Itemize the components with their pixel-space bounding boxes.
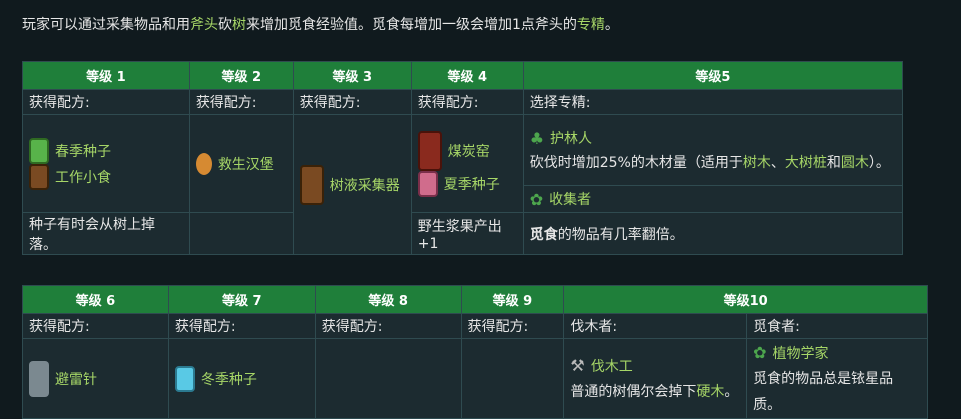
large-stump-link[interactable]: 大树桩 <box>785 155 827 171</box>
forester-link[interactable]: 护林人 <box>550 128 592 148</box>
row-label: 获得配方: <box>167 313 316 339</box>
header-level-2: 等级 2 <box>188 61 294 90</box>
desc-text: 普通的树偶尔会掉下 <box>570 383 697 400</box>
lightning-rod-icon <box>29 360 49 397</box>
intro-text: 砍 <box>218 17 232 33</box>
botanist-description: 觅食的物品总是铱星品质。 <box>753 370 894 413</box>
level2-recipes: 救生汉堡 <box>188 114 294 213</box>
charcoal-kiln-icon <box>417 130 442 171</box>
field-snack-icon <box>29 163 49 190</box>
level8-recipes <box>314 338 462 419</box>
desc-text: ）。 <box>868 155 890 171</box>
row-label: 获得配方: <box>292 89 412 115</box>
botanist-link[interactable]: 植物学家 <box>773 343 829 363</box>
lightning-rod-link[interactable]: 避雷针 <box>55 369 97 389</box>
levels-table-1: 等级 1 等级 2 等级 3 等级 4 等级5 获得配方: 获得配方: 获得配方… <box>22 61 904 255</box>
forester-icon: ♣ <box>529 128 545 148</box>
profession-forester: ♣ 护林人 砍伐时增加25%的木材量（适用于树木、大树桩和圆木）。 <box>522 114 904 186</box>
winter-seeds-icon <box>174 365 195 392</box>
intro-text: 。 <box>604 17 619 33</box>
header-level-8: 等级 8 <box>314 285 462 314</box>
level9-recipes <box>460 338 565 419</box>
forester-description: 砍伐时增加25%的木材量（适用于树木、大树桩和圆木）。 <box>530 151 896 175</box>
survival-burger-link[interactable]: 救生汉堡 <box>218 154 274 174</box>
row-label: 选择专精: <box>522 89 904 115</box>
profession-gatherer-title: ✿ 收集者 <box>522 185 904 213</box>
survival-burger-icon <box>195 152 212 175</box>
row-label: 获得配方: <box>410 89 524 115</box>
level4-note: 野生浆果产出+1 <box>410 212 524 255</box>
desc-text: 、 <box>770 155 785 171</box>
gatherer-description: 觅食的物品有几率翻倍。 <box>522 212 904 255</box>
log-link[interactable]: 圆木 <box>841 155 869 171</box>
header-level-10: 等级10 <box>563 285 928 314</box>
tapper-icon <box>299 164 324 205</box>
row-label: 获得配方: <box>22 89 190 115</box>
row-label: 获得配方: <box>188 89 294 115</box>
winter-seeds-link[interactable]: 冬季种子 <box>201 369 257 389</box>
intro-text: 玩家可以通过采集物品和用 <box>22 17 190 33</box>
trees-link[interactable]: 树木 <box>743 155 771 171</box>
lumberjack-description: 普通的树偶尔会掉下硬木。 <box>570 379 740 405</box>
tapper-link[interactable]: 树液采集器 <box>330 175 400 195</box>
profession-link[interactable]: 专精 <box>577 17 605 33</box>
row-label: 觅食者: <box>746 313 928 339</box>
header-level-7: 等级 7 <box>167 285 316 314</box>
level2-note <box>188 212 294 255</box>
desc-text: 砍伐时增加25%的木材量（适用于 <box>529 155 743 171</box>
gatherer-icon: ✿ <box>529 189 544 209</box>
level7-recipes: 冬季种子 <box>167 338 316 419</box>
level1-note: 种子有时会从树上掉落。 <box>22 212 190 255</box>
desc-text: 的物品有几率翻倍。 <box>557 226 684 243</box>
levels-table-2: 等级 6 等级 7 等级 8 等级 9 等级10 获得配方: 获得配方: 获得配… <box>22 285 928 419</box>
field-snack-link[interactable]: 工作小食 <box>55 167 111 187</box>
level1-recipes: 春季种子 工作小食 <box>22 114 190 213</box>
row-label: 获得配方: <box>22 313 169 339</box>
level6-recipes: 避雷针 <box>22 338 169 419</box>
axe-link[interactable]: 斧头 <box>190 17 218 33</box>
summer-seeds-icon <box>417 170 438 197</box>
intro-paragraph: 玩家可以通过采集物品和用斧头砍树来增加觅食经验值。觅食每增加一级会增加1点斧头的… <box>22 14 619 36</box>
desc-text: 。 <box>724 383 739 400</box>
forage-bold-text: 觅食 <box>529 226 558 243</box>
lumberjack-link[interactable]: 伐木工 <box>591 356 633 376</box>
charcoal-kiln-link[interactable]: 煤炭窑 <box>448 141 490 161</box>
spring-seeds-icon <box>29 137 49 164</box>
row-label: 伐木者: <box>563 313 748 339</box>
row-label: 获得配方: <box>460 313 565 339</box>
tree-link[interactable]: 树 <box>232 17 246 33</box>
header-level-3: 等级 3 <box>292 61 412 90</box>
header-level-9: 等级 9 <box>460 285 565 314</box>
desc-text: 和 <box>826 155 841 171</box>
level4-recipes: 煤炭窑 夏季种子 <box>410 114 524 213</box>
header-level-5: 等级5 <box>522 61 904 90</box>
gatherer-link[interactable]: 收集者 <box>549 189 591 209</box>
botanist-icon: ✿ <box>753 343 767 362</box>
intro-text: 来增加觅食经验值。觅食每增加一级会增加1点斧头的 <box>246 17 577 33</box>
header-level-1: 等级 1 <box>22 61 190 90</box>
profession-lumberjack: ⚒ 伐木工 普通的树偶尔会掉下硬木。 <box>563 338 748 419</box>
header-level-6: 等级 6 <box>22 285 169 314</box>
summer-seeds-link[interactable]: 夏季种子 <box>444 174 500 194</box>
header-level-4: 等级 4 <box>410 61 524 90</box>
spring-seeds-link[interactable]: 春季种子 <box>55 141 111 161</box>
row-label: 获得配方: <box>314 313 462 339</box>
hardwood-link[interactable]: 硬木 <box>696 384 724 400</box>
profession-botanist: ✿ 植物学家 觅食的物品总是铱星品质。 <box>746 338 928 419</box>
axe-icon: ⚒ <box>570 356 585 375</box>
level3-recipes: 树液采集器 <box>292 114 412 255</box>
